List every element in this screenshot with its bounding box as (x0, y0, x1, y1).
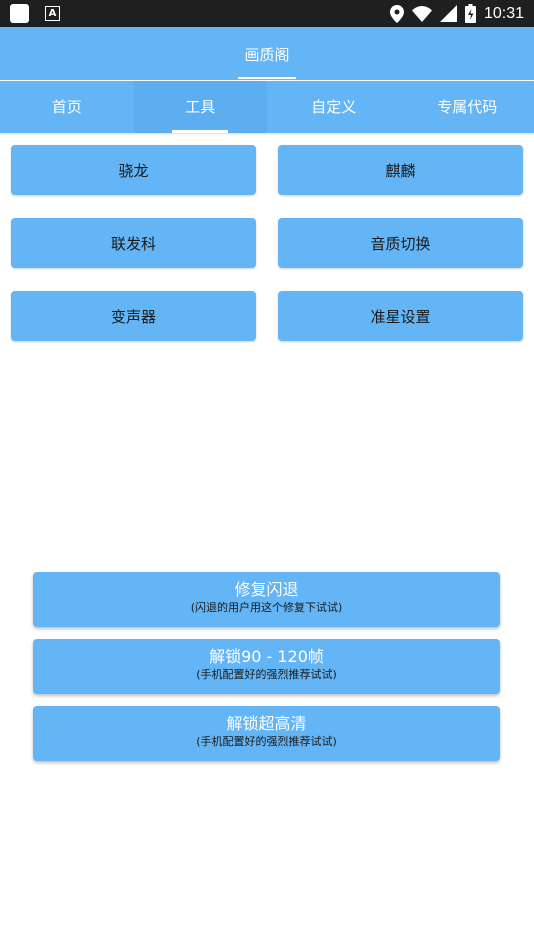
fix-crash-subtitle: (闪退的用户用这个修复下试试) (190, 601, 343, 614)
unlock-hd-button[interactable]: 解锁超高清 (手机配置好的强烈推荐试试) (33, 706, 500, 761)
font-a-icon: A (45, 6, 60, 21)
unlock-fps-button[interactable]: 解锁90 - 120帧 (手机配置好的强烈推荐试试) (33, 639, 500, 694)
status-time: 10:31 (483, 4, 524, 22)
kirin-label: 麒麟 (385, 161, 416, 180)
mediatek-label: 联发科 (110, 234, 156, 253)
tab-custom[interactable]: 自定义 (267, 81, 401, 133)
fix-crash-title: 修复闪退 (234, 580, 299, 599)
title-underline (238, 77, 296, 79)
tab-tools[interactable]: 工具 (133, 81, 267, 133)
location-icon (389, 4, 404, 23)
voice-changer-label: 变声器 (110, 307, 156, 326)
kirin-button[interactable]: 麒麟 (278, 145, 523, 195)
wifi-icon (411, 5, 432, 22)
signal-icon (439, 5, 457, 22)
unlock-fps-subtitle: (手机配置好的强烈推荐试试) (196, 668, 337, 681)
audio-switch-button[interactable]: 音质切换 (278, 218, 523, 268)
active-tab-indicator (172, 130, 228, 133)
status-bar: A 10:31 (0, 0, 534, 27)
fix-crash-button[interactable]: 修复闪退 (闪退的用户用这个修复下试试) (33, 572, 500, 627)
mediatek-button[interactable]: 联发科 (11, 218, 256, 268)
crosshair-settings-label: 准星设置 (370, 307, 431, 326)
status-bar-left: A (10, 4, 60, 23)
battery-icon (464, 4, 476, 23)
app-square-icon (10, 4, 29, 23)
page-title: 画质阁 (244, 46, 290, 64)
crosshair-settings-button[interactable]: 准星设置 (278, 291, 523, 341)
snapdragon-label: 骁龙 (118, 161, 149, 180)
app-title-bar: 画质阁 (0, 27, 534, 80)
unlock-hd-title: 解锁超高清 (226, 714, 307, 733)
tab-exclusive-code[interactable]: 专属代码 (401, 81, 534, 133)
voice-changer-button[interactable]: 变声器 (11, 291, 256, 341)
tab-bar: 首页 工具 自定义 专属代码 (0, 81, 534, 133)
unlock-hd-subtitle: (手机配置好的强烈推荐试试) (196, 735, 337, 748)
status-bar-right: 10:31 (389, 3, 524, 24)
audio-switch-label: 音质切换 (370, 234, 431, 253)
tab-home[interactable]: 首页 (0, 81, 134, 133)
unlock-fps-title: 解锁90 - 120帧 (209, 647, 324, 666)
snapdragon-button[interactable]: 骁龙 (11, 145, 256, 195)
